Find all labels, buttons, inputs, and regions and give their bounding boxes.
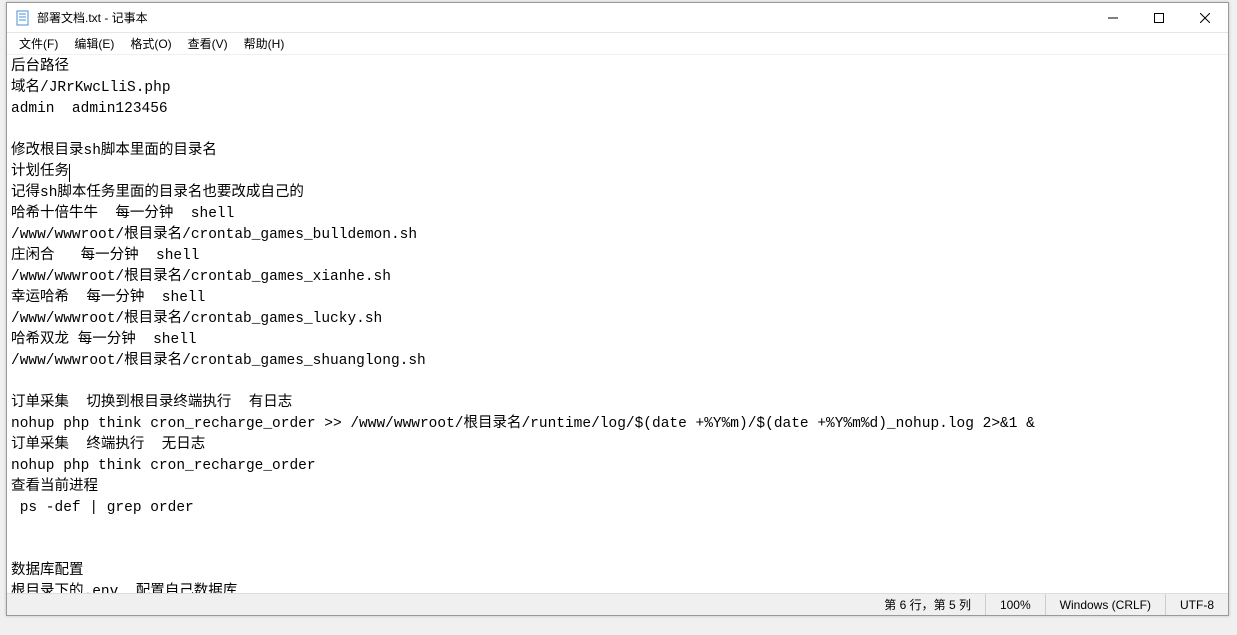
text-line: admin admin123456 [11,101,168,117]
text-line: /www/wwwroot/根目录名/crontab_games_xianhe.s… [11,269,391,285]
notepad-window: 部署文档.txt - 记事本 文件(F) 编辑(E) 格式(O) 查看(V) 帮… [6,2,1229,616]
text-line: 查看当前进程 [11,479,98,495]
text-line: 根目录下的.env 配置自己数据库 [11,584,237,593]
text-line: /www/wwwroot/根目录名/crontab_games_lucky.sh [11,311,382,327]
statusbar: 第 6 行，第 5 列 100% Windows (CRLF) UTF-8 [7,593,1228,615]
text-line: nohup php think cron_recharge_order [11,458,316,474]
window-title: 部署文档.txt - 记事本 [37,9,1090,26]
editor-area-wrap: 后台路径 域名/JRrKwcLliS.php admin admin123456… [7,55,1228,593]
titlebar: 部署文档.txt - 记事本 [7,3,1228,33]
menu-help[interactable]: 帮助(H) [236,33,293,54]
text-line: 修改根目录sh脚本里面的目录名 [11,143,217,159]
text-line: ps -def | grep order [11,500,194,516]
text-line: /www/wwwroot/根目录名/crontab_games_bulldemo… [11,227,417,243]
notepad-icon [15,10,31,26]
text-line: 哈希十倍牛牛 每一分钟 shell [11,206,234,222]
text-line: 庄闲合 每一分钟 shell [11,248,200,264]
text-line: nohup php think cron_recharge_order >> /… [11,416,1035,432]
text-line: 后台路径 [11,59,69,75]
text-line: 订单采集 终端执行 无日志 [11,437,205,453]
status-line-ending: Windows (CRLF) [1045,594,1165,615]
maximize-button[interactable] [1136,3,1182,33]
text-line: 幸运哈希 每一分钟 shell [11,290,205,306]
text-line: 域名/JRrKwcLliS.php [11,80,171,96]
menu-view[interactable]: 查看(V) [180,33,236,54]
text-line: /www/wwwroot/根目录名/crontab_games_shuanglo… [11,353,426,369]
menu-file[interactable]: 文件(F) [11,33,66,54]
text-line: 哈希双龙 每一分钟 shell [11,332,197,348]
status-cursor-position: 第 6 行，第 5 列 [870,594,985,615]
text-line: 计划任务 [11,164,69,180]
text-line: 记得sh脚本任务里面的目录名也要改成自己的 [11,185,304,201]
status-zoom: 100% [985,594,1045,615]
status-encoding: UTF-8 [1165,594,1228,615]
text-line: 数据库配置 [11,563,84,579]
menubar: 文件(F) 编辑(E) 格式(O) 查看(V) 帮助(H) [7,33,1228,55]
window-controls [1090,3,1228,32]
menu-format[interactable]: 格式(O) [122,33,179,54]
menu-edit[interactable]: 编辑(E) [66,33,122,54]
minimize-button[interactable] [1090,3,1136,33]
editor-textarea[interactable]: 后台路径 域名/JRrKwcLliS.php admin admin123456… [7,55,1228,593]
text-line: 订单采集 切换到根目录终端执行 有日志 [11,395,292,411]
close-button[interactable] [1182,3,1228,33]
text-caret [69,164,70,182]
